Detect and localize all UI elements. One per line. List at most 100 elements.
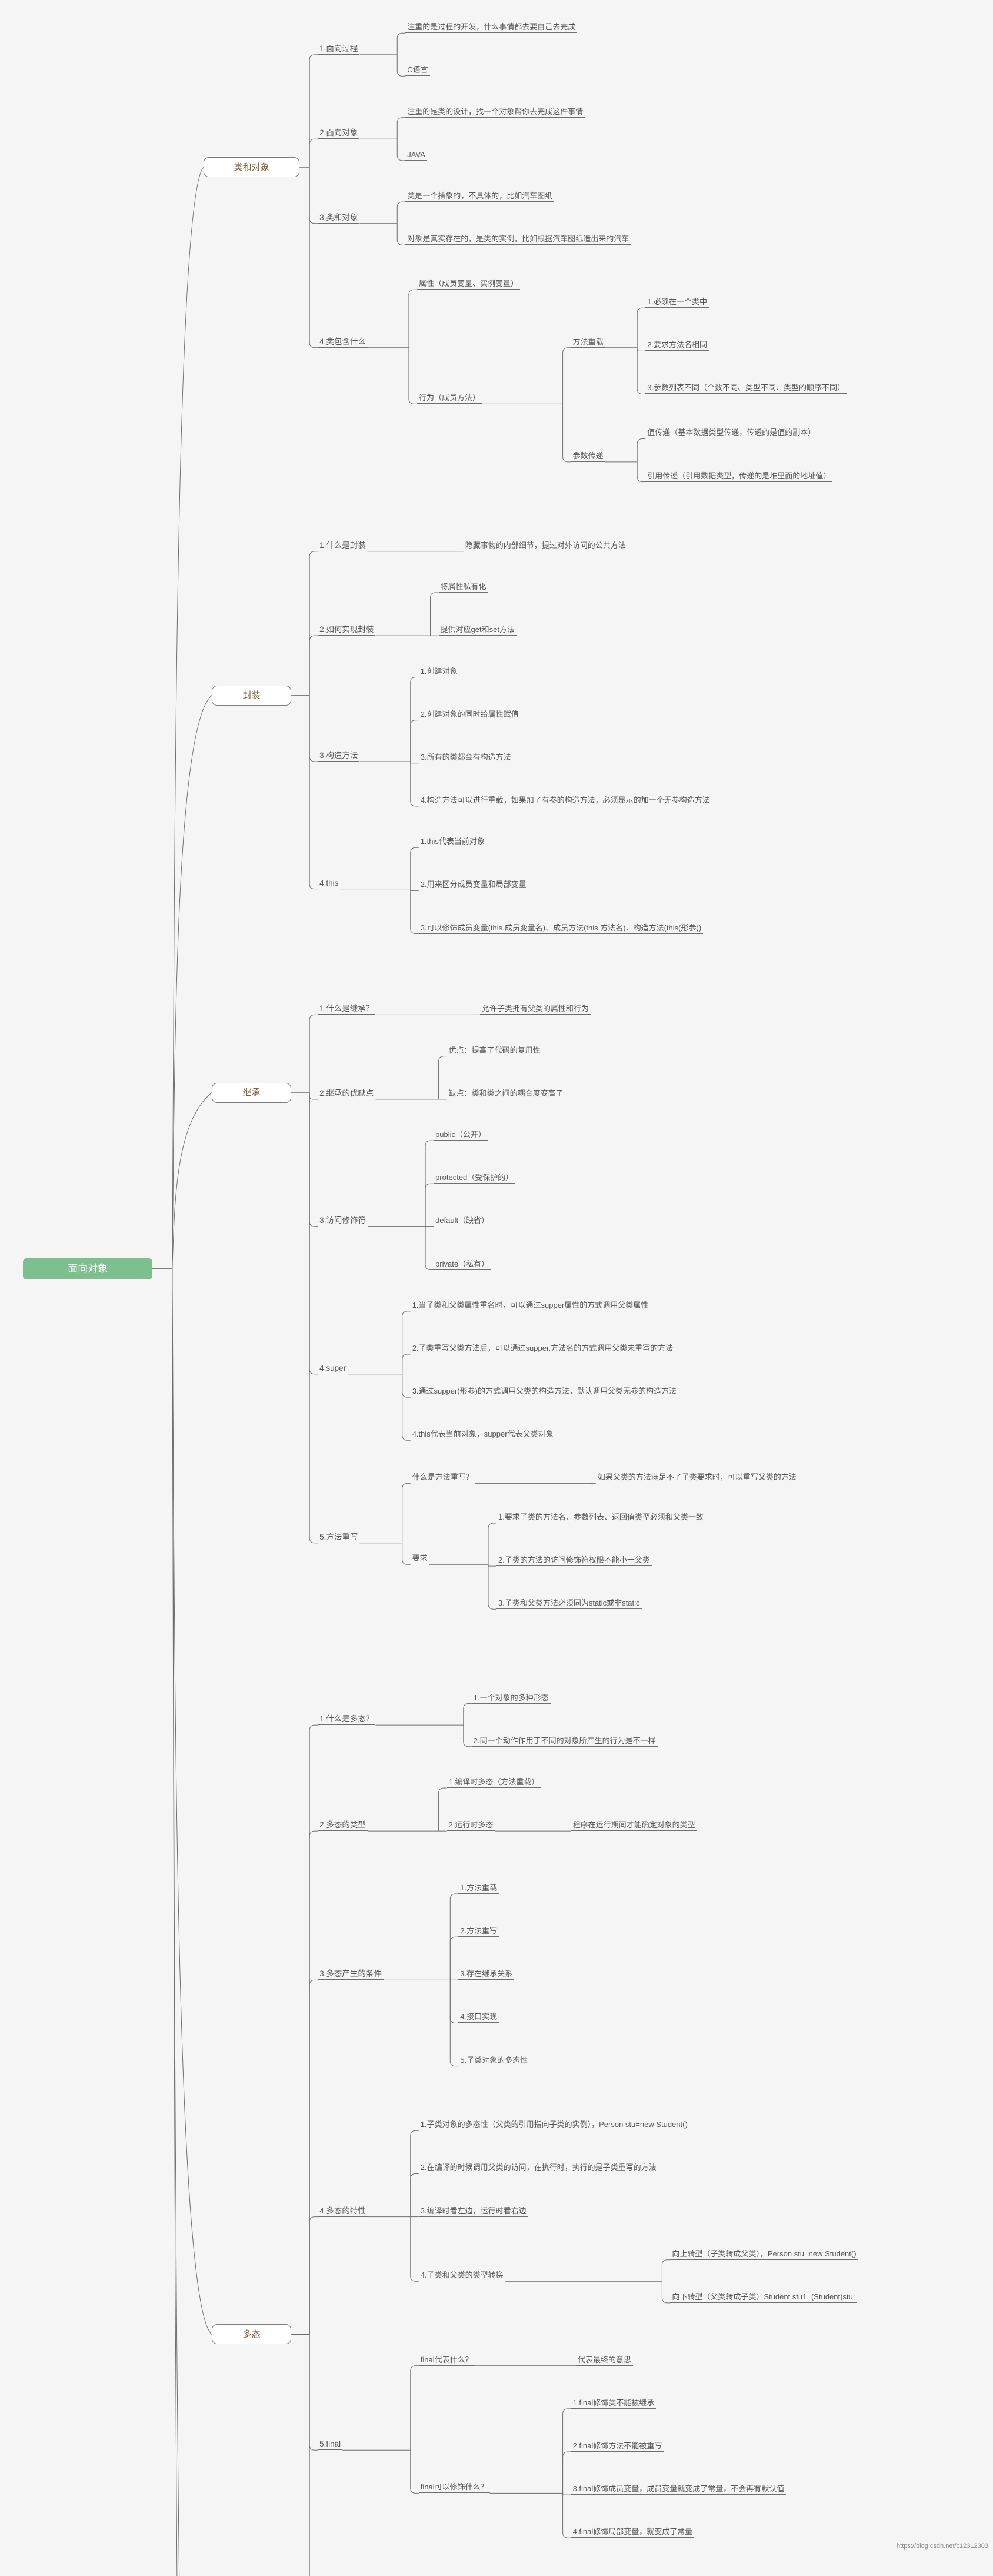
mindmap-leaf-node[interactable]: 方法重载 — [571, 337, 605, 348]
mindmap-leaf-node[interactable]: 如果父类的方法满足不了子类要求时，可以重写父类的方法 — [595, 1473, 798, 1484]
mindmap-leaf-node[interactable]: 程序在运行期间才能确定对象的类型 — [571, 1820, 697, 1832]
mindmap-leaf-node[interactable]: 4.类包含什么 — [318, 337, 368, 348]
mindmap-edge — [309, 1830, 318, 2335]
mindmap-leaf-node[interactable]: 1.一个对象的多种形态 — [471, 1693, 551, 1704]
mindmap-leaf-node[interactable]: 3.参数列表不同（个数不同、类型不同、类型的顺序不同） — [645, 383, 847, 394]
mindmap-root-node[interactable]: 面向对象 — [23, 1258, 152, 1279]
mindmap-leaf-node[interactable]: 3.访问修饰符 — [318, 1216, 368, 1227]
mindmap-leaf-node[interactable]: 隐藏事物的内部细节，提过对外访问的公共方法 — [463, 541, 628, 551]
mindmap-leaf-node[interactable]: 属性（成员变量、实例变量） — [416, 279, 520, 290]
mindmap-leaf-node[interactable]: 1.子类对象的多态性（父类的引用指向子类的实例），Person stu=new … — [418, 2120, 689, 2131]
mindmap-leaf-node[interactable]: 缺点：类和类之间的耦合度变高了 — [446, 1089, 565, 1099]
mindmap-leaf-node[interactable]: protected（受保护的） — [434, 1173, 515, 1184]
mindmap-leaf-node[interactable]: 2.方法重写 — [458, 1926, 499, 1937]
mindmap-leaf-node[interactable]: 1.必须在一个类中 — [645, 297, 709, 308]
mindmap-leaf-node[interactable]: 2.要求方法名相同 — [645, 340, 709, 351]
mindmap-leaf-node[interactable]: 1.创建对象 — [418, 666, 459, 677]
mindmap-leaf-node[interactable]: 3.类和对象 — [318, 212, 360, 224]
mindmap-leaf-node[interactable]: 优点：提高了代码的复用性 — [446, 1046, 542, 1056]
mindmap-leaf-node[interactable]: 5.final — [318, 2439, 343, 2451]
mindmap-leaf-node[interactable]: 2.子类重写父类方法后，可以通过supper.方法名的方式调用父类未重写的方法 — [410, 1344, 675, 1355]
mindmap-leaf-node[interactable]: 5.子类对象的多态性 — [458, 2056, 530, 2066]
mindmap-edge — [309, 635, 318, 696]
mindmap-leaf-node[interactable]: 1.编译时多态（方法重载） — [446, 1777, 541, 1789]
mindmap-leaf-node[interactable]: 1.面向过程 — [318, 44, 360, 55]
mindmap-leaf-node[interactable]: 3.所有的类都会有构造方法 — [418, 753, 513, 763]
mindmap-leaf-node[interactable]: 4.final修饰局部变量，就变成了常量 — [571, 2527, 695, 2538]
mindmap-leaf-node[interactable]: 1.当子类和父类属性重名时，可以通过supper属性的方式调用父类属性 — [410, 1301, 651, 1311]
mindmap-edge — [172, 167, 204, 1269]
mindmap-leaf-node[interactable]: 2.面向对象 — [318, 128, 360, 139]
mindmap-leaf-node[interactable]: 2.创建对象的同时给属性赋值 — [418, 710, 521, 720]
node-label: 1.方法重载 — [460, 1883, 498, 1893]
mindmap-leaf-node[interactable]: 1.方法重载 — [458, 1883, 499, 1894]
mindmap-leaf-node[interactable]: 3.多态产生的条件 — [318, 1969, 384, 1980]
mindmap-leaf-node[interactable]: 代表最终的意思 — [576, 2355, 634, 2366]
mindmap-leaf-node[interactable]: 向下转型（父类转成子类）Student stu1=(Student)stu; — [670, 2292, 857, 2303]
mindmap-leaf-node[interactable]: 1.this代表当前对象 — [418, 837, 486, 848]
mindmap-leaf-node[interactable]: 2.继承的优缺点 — [318, 1089, 376, 1099]
mindmap-leaf-node[interactable]: 4.super — [318, 1364, 348, 1374]
mindmap-leaf-node[interactable]: 3.通过supper(形参)的方式调用父类的构造方法，默认调用父类无参的构造方法 — [410, 1387, 678, 1398]
mindmap-leaf-node[interactable]: 类是一个抽象的，不具体的，比如汽车图纸 — [405, 191, 555, 202]
mindmap-leaf-node[interactable]: 引用传递（引用数据类型，传递的是堆里面的地址值） — [645, 471, 833, 482]
mindmap-branch-node[interactable]: 类和对象 — [204, 157, 300, 178]
mindmap-edge — [410, 677, 419, 762]
mindmap-leaf-node[interactable]: 4.多态的特性 — [318, 2206, 368, 2217]
mindmap-leaf-node[interactable]: 3.子类和父类方法必须同为static或非static — [496, 1598, 642, 1610]
mindmap-leaf-node[interactable]: 1.要求子类的方法名、参数列表、返回值类型必须和父类一致 — [496, 1513, 705, 1523]
mindmap-leaf-node[interactable]: 4.构造方法可以进行重载，如果加了有参的构造方法，必须显示的加一个无参构造方法 — [418, 796, 712, 806]
mindmap-leaf-node[interactable]: 允许子类拥有父类的属性和行为 — [479, 1004, 591, 1015]
mindmap-leaf-node[interactable]: final可以修饰什么？ — [418, 2482, 490, 2494]
mindmap-leaf-node[interactable]: 值传递（基本数据类型传递，传递的是值的副本） — [645, 428, 818, 439]
mindmap-leaf-node[interactable]: C语言 — [405, 65, 430, 77]
node-label: 3.类和对象 — [319, 212, 358, 222]
node-label: 3.子类和父类方法必须同为static或非static — [498, 1598, 640, 1608]
mindmap-leaf-node[interactable]: 参数传递 — [571, 451, 605, 462]
mindmap-leaf-node[interactable]: 2.多态的类型 — [318, 1820, 368, 1832]
mindmap-leaf-node[interactable]: 1.什么是封装 — [318, 541, 368, 551]
mindmap-leaf-node[interactable]: 要求 — [410, 1554, 429, 1565]
mindmap-edge — [402, 1374, 411, 1398]
mindmap-leaf-node[interactable]: 将属性私有化 — [438, 582, 488, 593]
node-label: 1.创建对象 — [420, 666, 458, 676]
mindmap-leaf-node[interactable]: 3.final修饰成员变量，成员变量就变成了常量，不会再有默认值 — [571, 2484, 787, 2495]
mindmap-leaf-node[interactable]: 2.同一个动作作用于不同的对象所产生的行为是不一样 — [471, 1736, 658, 1747]
mindmap-leaf-node[interactable]: public（公开） — [434, 1130, 488, 1141]
mindmap-leaf-node[interactable]: 1.final修饰类不能被继承 — [571, 2398, 657, 2409]
mindmap-edge — [309, 551, 318, 696]
mindmap-leaf-node[interactable]: 3.构造方法 — [318, 751, 360, 762]
mindmap-leaf-node[interactable]: 4.this — [318, 879, 341, 889]
node-label: 类是一个抽象的，不具体的，比如汽车图纸 — [407, 191, 553, 201]
mindmap-leaf-node[interactable]: 3.可以修饰成员变量(this.成员变量名)、成员方法(this.方法名)、构造… — [418, 923, 704, 934]
mindmap-branch-node[interactable]: 多态 — [212, 2324, 292, 2345]
mindmap-leaf-node[interactable]: 对象是真实存在的，是类的实例，比如根据汽车图纸造出来的汽车 — [405, 234, 631, 245]
mindmap-leaf-node[interactable]: 3.存在继承关系 — [458, 1969, 515, 1980]
mindmap-leaf-node[interactable]: default（缺省） — [434, 1216, 491, 1227]
mindmap-leaf-node[interactable]: 4.this代表当前对象，supper代表父类对象 — [410, 1430, 555, 1441]
mindmap-leaf-node[interactable]: 什么是方法重写？ — [410, 1473, 475, 1484]
mindmap-leaf-node[interactable]: 提供对应get和set方法 — [438, 625, 517, 636]
mindmap-leaf-node[interactable]: 5.方法重写 — [318, 1533, 360, 1543]
mindmap-leaf-node[interactable]: 2.用来区分成员变量和局部变量 — [418, 880, 528, 891]
mindmap-leaf-node[interactable]: 注重的是过程的开发，什么事情都去要自己去完成 — [405, 22, 578, 34]
mindmap-leaf-node[interactable]: 1.什么是继承？ — [318, 1004, 376, 1015]
mindmap-leaf-node[interactable]: 向上转型（子类转成父类），Person stu=new Student() — [670, 2249, 858, 2260]
mindmap-branch-node[interactable]: 继承 — [212, 1082, 292, 1103]
mindmap-leaf-node[interactable]: 2.final修饰方法不能被重写 — [571, 2441, 664, 2452]
mindmap-leaf-node[interactable]: 行为（成员方法） — [416, 393, 482, 404]
node-label: 引用传递（引用数据类型，传递的是堆里面的地址值） — [647, 471, 831, 480]
mindmap-leaf-node[interactable]: private（私有） — [434, 1259, 491, 1270]
mindmap-leaf-node[interactable]: 3.编译时看左边，运行时看右边 — [418, 2206, 528, 2217]
mindmap-leaf-node[interactable]: 2.在编译的时候调用父类的访问，在执行时，执行的是子类重写的方法 — [418, 2163, 658, 2174]
mindmap-leaf-node[interactable]: 2.如何实现封装 — [318, 625, 376, 636]
mindmap-leaf-node[interactable]: 2.子类的方法的访问修饰符权限不能小于父类 — [496, 1555, 652, 1567]
mindmap-leaf-node[interactable]: JAVA — [405, 150, 427, 161]
mindmap-leaf-node[interactable]: 2.运行时多态 — [446, 1820, 495, 1832]
mindmap-branch-node[interactable]: 封装 — [212, 685, 292, 706]
mindmap-leaf-node[interactable]: 注重的是类的设计，找一个对象帮你去完成这件事情 — [405, 107, 585, 118]
mindmap-leaf-node[interactable]: final代表什么？ — [418, 2355, 475, 2366]
mindmap-leaf-node[interactable]: 1.什么是多态？ — [318, 1714, 376, 1726]
mindmap-leaf-node[interactable]: 4.子类和父类的类型转换 — [418, 2271, 505, 2282]
mindmap-leaf-node[interactable]: 4.接口实现 — [458, 2012, 499, 2023]
